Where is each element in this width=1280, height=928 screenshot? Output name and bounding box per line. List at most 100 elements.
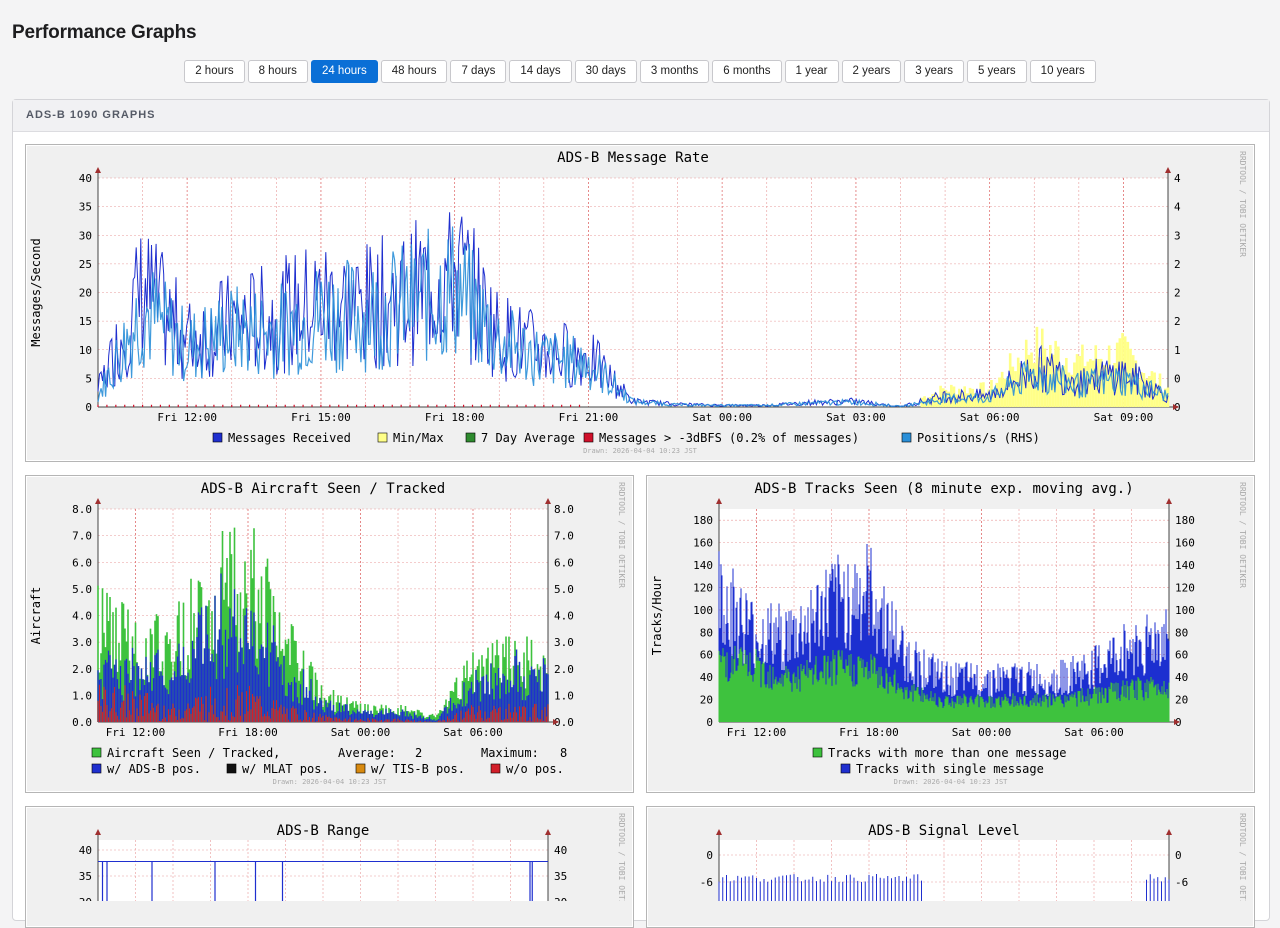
range-button-30-days[interactable]: 30 days: [574, 60, 637, 83]
y-tick-label-right: 1: [1174, 344, 1181, 357]
range-button-1-year[interactable]: 1 year: [784, 60, 839, 83]
range-button-7-days[interactable]: 7 days: [450, 60, 507, 83]
y-tick-label-right: 0: [1175, 849, 1182, 862]
x-tick-label: Fri 18:00: [839, 726, 899, 739]
y-tick-label-right: 2: [1174, 287, 1181, 300]
legend-item: Aircraft Seen / Tracked,: [107, 746, 280, 760]
y-tick-label-right: 80: [1175, 626, 1188, 639]
legend-average-label: Average:: [338, 746, 396, 760]
range-button-14-days[interactable]: 14 days: [509, 60, 572, 83]
legend-item-swatch: [490, 763, 501, 774]
y-tick-label: 5: [85, 372, 92, 385]
x-tick-label: Sat 06:00: [1064, 726, 1124, 739]
axis-arrow-icon: [716, 829, 722, 835]
drawn-timestamp: Drawn: 2026-04-04 10:23 JST: [894, 778, 1009, 786]
x-tick-label: Fri 18:00: [218, 726, 278, 739]
axis-arrow-icon: [95, 498, 101, 504]
rrdtool-watermark: RRDTOOL / TOBI OETIKER: [617, 813, 626, 901]
legend-item: 7 Day Average: [481, 431, 575, 445]
drawn-timestamp: Drawn: 2026-04-04 10:23 JST: [583, 447, 698, 455]
y-tick-label-right: 40: [1175, 671, 1188, 684]
y-tick-label: 1.0: [72, 689, 92, 702]
range-button-10-years[interactable]: 10 years: [1029, 60, 1096, 83]
rrdtool-watermark: RRDTOOL / TOBI OETIKER: [617, 482, 626, 588]
range-button-3-months[interactable]: 3 months: [639, 60, 710, 83]
x-tick-label: Fri 21:00: [559, 411, 619, 424]
chart-title: ADS-B Range: [277, 823, 370, 839]
message-rate-graph: 0050101152202252303354404Fri 12:00Fri 15…: [25, 144, 1255, 462]
x-tick-label: Fri 15:00: [291, 411, 351, 424]
y-tick-label-right: 3.0: [554, 636, 574, 649]
y-tick-label: 100: [693, 604, 713, 617]
chart-title: ADS-B Message Rate: [557, 150, 709, 166]
range-button-6-months[interactable]: 6 months: [712, 60, 782, 83]
y-tick-label: 25: [79, 258, 92, 271]
section-title: ADS-B 1090 GRAPHS: [13, 100, 1269, 132]
y-tick-label-right: 2: [1174, 315, 1181, 328]
range-button-2-years[interactable]: 2 years: [841, 60, 902, 83]
y-tick-label: 30: [79, 229, 92, 242]
y-tick-label-right: 3: [1174, 229, 1181, 242]
y-tick-label: 10: [79, 344, 92, 357]
aircraft-seen-chart: 0.0 0.01.0 1.02.0 2.03.0 3.04.0 4.05.0 5.06.0 6…: [29, 481, 626, 786]
y-tick-label-right: 6.0: [554, 556, 574, 569]
range-button-8-hours[interactable]: 8 hours: [247, 60, 308, 83]
legend-item: Messages > -3dBFS (0.2% of messages): [599, 431, 859, 445]
legend-item-swatch: [583, 432, 594, 443]
y-tick-label: 7.0: [72, 530, 92, 543]
axis-arrow-icon: [1165, 167, 1171, 173]
y-tick-label-right: 30: [554, 896, 567, 901]
y-tick-label: 30: [79, 896, 92, 901]
message-rate-chart: 0050101152202252303354404Fri 12:00Fri 15…: [29, 150, 1247, 455]
tracks-seen-graph: 0020204040606080801001001201201401401601…: [646, 475, 1255, 793]
y-tick-label: 2.0: [72, 663, 92, 676]
y-tick-label-right: 40: [554, 844, 567, 857]
legend-item-swatch: [212, 432, 223, 443]
page-title: Performance Graphs: [12, 22, 197, 43]
legend-item-swatch: [812, 747, 823, 758]
y-tick-label: 0: [85, 401, 92, 414]
y-tick-label-right: 180: [1175, 514, 1195, 527]
y-tick-label: 20: [79, 287, 92, 300]
legend-item-swatch: [901, 432, 912, 443]
chart-title: ADS-B Signal Level: [868, 823, 1020, 839]
x-tick-label: Sat 00:00: [952, 726, 1012, 739]
x-tick-label: Fri 12:00: [106, 726, 166, 739]
y-tick-label-right: 35: [554, 870, 567, 883]
chart-title: ADS-B Aircraft Seen / Tracked: [201, 481, 445, 497]
range-button-5-years[interactable]: 5 years: [966, 60, 1027, 83]
legend-average-value: 2: [415, 746, 422, 760]
x-tick-label: Sat 09:00: [1094, 411, 1154, 424]
y-axis-label: Aircraft: [29, 587, 43, 645]
range-button-48-hours[interactable]: 48 hours: [380, 60, 448, 83]
axis-arrow-icon: [95, 829, 101, 835]
legend-item: Min/Max: [393, 431, 444, 445]
legend-item-swatch: [465, 432, 476, 443]
y-tick-label-right: 160: [1175, 537, 1195, 550]
legend-item-swatch: [355, 763, 366, 774]
x-tick-label: Fri 18:00: [425, 411, 485, 424]
y-tick-label: 20: [700, 694, 713, 707]
y-tick-label: 0: [706, 716, 713, 729]
y-tick-label: 5.0: [72, 583, 92, 596]
range-button-24-hours[interactable]: 24 hours: [310, 60, 378, 83]
y-tick-label-right: 4: [1174, 172, 1181, 185]
y-tick-label: 140: [693, 559, 713, 572]
x-tick-label: Sat 00:00: [331, 726, 391, 739]
time-range-selector: 2 hours 8 hours 24 hours 48 hours 7 days 14 d…: [0, 60, 1280, 83]
x-tick-label: Sat 03:00: [826, 411, 886, 424]
legend-item: Positions/s (RHS): [917, 431, 1040, 445]
y-tick-label: 80: [700, 626, 713, 639]
range-button-3-years[interactable]: 3 years: [904, 60, 964, 83]
legend-maximum-label: Maximum:: [481, 746, 539, 760]
legend-item: w/ MLAT pos.: [242, 762, 329, 776]
legend-item-swatch: [91, 747, 102, 758]
y-tick-label: 160: [693, 537, 713, 550]
y-tick-label: 40: [700, 671, 713, 684]
y-tick-label-right: 2.0: [554, 663, 574, 676]
signal-level-graph: 0 0 -6 -6 ADS-B Signal Level RRDTOOL / TOBI O…: [646, 806, 1255, 928]
x-tick-label: Fri 12:00: [157, 411, 217, 424]
range-button-2-hours[interactable]: 2 hours: [184, 60, 245, 83]
y-tick-label: 3.0: [72, 636, 92, 649]
legend-item: w/o pos.: [506, 762, 564, 776]
